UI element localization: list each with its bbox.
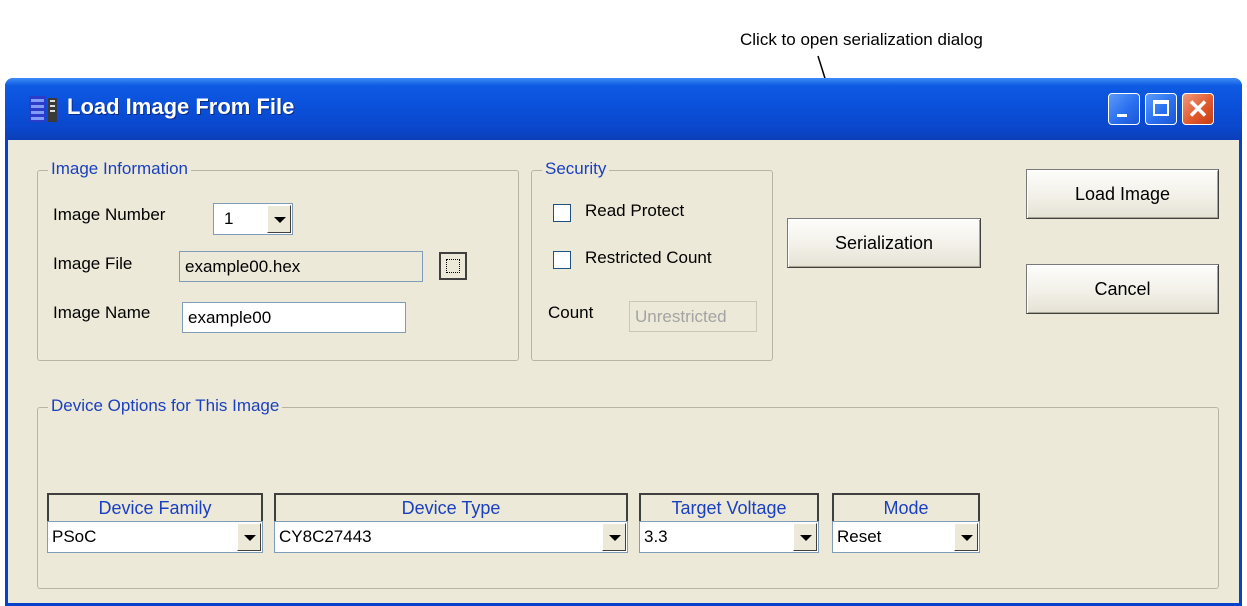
chevron-down-icon xyxy=(267,205,291,233)
device-type-select[interactable]: CY8C27443 xyxy=(274,521,628,553)
chevron-down-icon xyxy=(602,523,626,551)
chevron-down-icon xyxy=(954,523,978,551)
target-voltage-select[interactable]: 3.3 xyxy=(639,521,819,553)
app-icon xyxy=(29,96,57,122)
browse-icon xyxy=(446,259,460,273)
device-family-select[interactable]: PSoC xyxy=(47,521,263,553)
cancel-button[interactable]: Cancel xyxy=(1026,264,1219,314)
close-icon: ✕ xyxy=(1187,94,1209,124)
device-family-header: Device Family xyxy=(47,493,263,521)
window-title: Load Image From File xyxy=(67,94,295,119)
device-type-header: Device Type xyxy=(274,493,628,521)
read-protect-checkbox[interactable] xyxy=(553,204,571,222)
target-voltage-header: Target Voltage xyxy=(639,493,819,521)
device-options-legend: Device Options for This Image xyxy=(48,396,283,416)
close-button[interactable]: ✕ xyxy=(1182,93,1214,125)
restricted-count-label[interactable]: Restricted Count xyxy=(585,248,712,268)
browse-file-button[interactable] xyxy=(439,252,467,280)
device-type-value: CY8C27443 xyxy=(279,527,372,546)
serialization-button[interactable]: Serialization xyxy=(787,218,981,268)
title-bar[interactable]: Load Image From File ✕ xyxy=(5,78,1242,140)
annotation-text: Click to open serialization dialog xyxy=(740,30,983,49)
device-family-value: PSoC xyxy=(52,527,97,546)
read-protect-label[interactable]: Read Protect xyxy=(585,201,684,221)
image-file-field[interactable]: example00.hex xyxy=(179,251,423,282)
count-field: Unrestricted xyxy=(629,301,757,332)
load-image-button[interactable]: Load Image xyxy=(1026,169,1219,219)
image-file-label: Image File xyxy=(53,254,133,273)
maximize-button[interactable] xyxy=(1145,93,1177,125)
target-voltage-value: 3.3 xyxy=(644,527,668,546)
mode-value: Reset xyxy=(837,527,882,546)
image-name-input[interactable]: example00 xyxy=(182,302,406,333)
restricted-count-checkbox[interactable] xyxy=(553,251,571,269)
image-number-value: 1 xyxy=(224,209,234,228)
mode-header: Mode xyxy=(832,493,980,521)
security-legend: Security xyxy=(542,159,610,179)
image-number-select[interactable]: 1 xyxy=(213,203,293,235)
image-number-label: Image Number xyxy=(53,205,166,224)
maximize-icon xyxy=(1153,100,1169,116)
chevron-down-icon xyxy=(793,523,817,551)
count-label: Count xyxy=(548,303,594,322)
load-image-dialog: Load Image From File ✕ Image Information… xyxy=(5,78,1242,606)
image-name-label: Image Name xyxy=(53,303,151,322)
minimize-button[interactable] xyxy=(1108,93,1140,125)
mode-select[interactable]: Reset xyxy=(832,521,980,553)
chevron-down-icon xyxy=(237,523,261,551)
minimize-icon xyxy=(1117,114,1127,117)
image-information-legend: Image Information xyxy=(48,159,192,179)
